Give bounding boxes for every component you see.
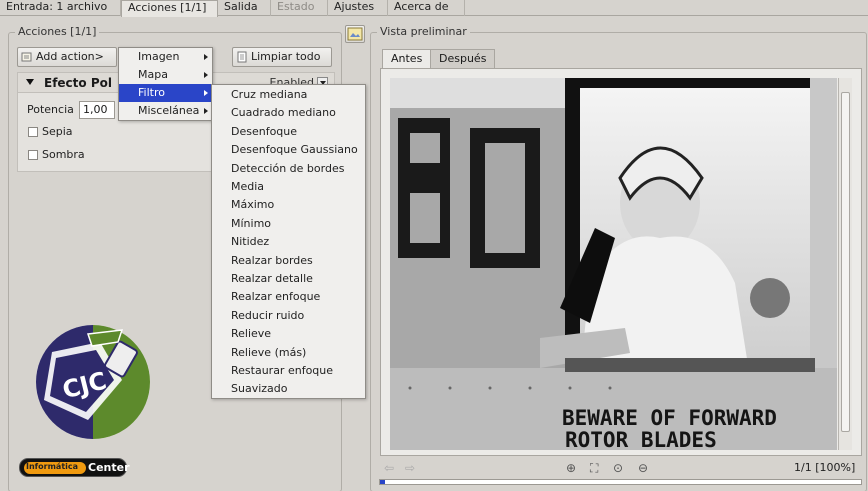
main-tab-bar: Entrada: 1 archivo Acciones [1/1] Salida…	[0, 0, 868, 17]
previous-arrow-icon[interactable]: ⇦	[384, 461, 394, 475]
progress-fill	[380, 480, 385, 484]
submenu-arrow-icon	[204, 72, 208, 78]
submenu-item[interactable]: Desenfoque Gaussiano	[212, 141, 358, 159]
preview-frame-title: Vista preliminar	[377, 25, 470, 38]
tab-salida[interactable]: Salida	[218, 0, 271, 16]
toggle-preview-button[interactable]	[345, 25, 365, 43]
menu-item-miscelanea-label: Miscelánea	[138, 104, 200, 117]
next-arrow-icon[interactable]: ⇨	[405, 461, 415, 475]
add-action-button[interactable]: Add action>	[17, 47, 117, 67]
menu-item-imagen[interactable]: Imagen	[119, 48, 212, 66]
photo-text-line-1: BEWARE OF FORWARD	[562, 406, 777, 430]
menu-item-mapa-label: Mapa	[138, 68, 168, 81]
tab-acciones[interactable]: Acciones [1/1]	[121, 0, 218, 17]
add-action-menu: Imagen Mapa Filtro Miscelánea	[118, 47, 213, 121]
submenu-item[interactable]: Realzar detalle	[212, 270, 313, 288]
submenu-item[interactable]: Desenfoque	[212, 123, 297, 141]
submenu-item[interactable]: Detección de bordes	[212, 160, 344, 178]
fit-to-window-icon[interactable]: ⛶	[590, 461, 598, 476]
zoom-out-icon[interactable]: ⊖	[638, 461, 648, 475]
zoom-in-icon[interactable]: ⊕	[566, 461, 576, 475]
submenu-item[interactable]: Relieve	[212, 325, 271, 343]
tab-acerca-de[interactable]: Acerca de	[388, 0, 465, 16]
submenu-item[interactable]: Mínimo	[212, 215, 271, 233]
submenu-item[interactable]: Cruz mediana	[212, 86, 307, 104]
clear-all-label: Limpiar todo	[251, 50, 321, 63]
submenu-item[interactable]: Realzar bordes	[212, 252, 313, 270]
add-action-label: Add action>	[36, 50, 104, 63]
potencia-input[interactable]: 1,00	[79, 101, 115, 119]
submenu-item[interactable]: Nitidez	[212, 233, 269, 251]
filtro-submenu: Cruz mediana Cuadrado mediano Desenfoque…	[211, 84, 366, 399]
progress-bar	[379, 479, 862, 485]
menu-item-filtro-label: Filtro	[138, 86, 165, 99]
submenu-item[interactable]: Realzar enfoque	[212, 288, 320, 306]
submenu-item[interactable]: Reducir ruido	[212, 307, 304, 325]
menu-item-miscelanea[interactable]: Miscelánea	[119, 102, 212, 120]
menu-item-imagen-label: Imagen	[138, 50, 180, 63]
submenu-arrow-icon	[204, 90, 208, 96]
submenu-item[interactable]: Cuadrado mediano	[212, 104, 336, 122]
add-action-icon	[21, 52, 32, 62]
actions-frame-title: Acciones [1/1]	[15, 25, 100, 38]
sombra-checkbox[interactable]	[28, 150, 38, 160]
sombra-label: Sombra	[42, 148, 85, 161]
submenu-item[interactable]: Media	[212, 178, 264, 196]
submenu-arrow-icon	[204, 108, 208, 114]
photo-text-line-2: ROTOR BLADES	[565, 428, 717, 450]
cjc-logo: CJC	[36, 325, 150, 439]
tab-antes[interactable]: Antes	[382, 49, 432, 69]
menu-item-mapa[interactable]: Mapa	[119, 66, 212, 84]
preview-vertical-scrollbar[interactable]	[838, 78, 852, 450]
zoom-original-icon[interactable]: ⊙	[613, 461, 623, 475]
badge-left-text: Informática	[26, 462, 79, 471]
collapse-triangle-icon[interactable]	[26, 79, 34, 85]
image-icon	[347, 27, 363, 41]
submenu-arrow-icon	[204, 54, 208, 60]
tab-despues[interactable]: Después	[430, 49, 496, 68]
sepia-label: Sepia	[42, 125, 73, 138]
menu-item-filtro[interactable]: Filtro	[119, 84, 212, 102]
badge-right-text: Center	[88, 461, 130, 474]
clear-icon	[237, 51, 247, 63]
scrollbar-thumb[interactable]	[841, 92, 850, 432]
submenu-item[interactable]: Restaurar enfoque	[212, 362, 333, 380]
sepia-checkbox[interactable]	[28, 127, 38, 137]
preview-photo: BEWARE OF FORWARD ROTOR BLADES	[390, 78, 837, 450]
tab-ajustes[interactable]: Ajustes	[328, 0, 388, 16]
clear-all-button[interactable]: Limpiar todo	[232, 47, 332, 67]
submenu-item[interactable]: Máximo	[212, 196, 274, 214]
submenu-item[interactable]: Suavizado	[212, 380, 288, 398]
tab-estado: Estado	[271, 0, 328, 16]
tab-entrada[interactable]: Entrada: 1 archivo	[0, 0, 121, 16]
potencia-label: Potencia	[27, 103, 74, 116]
effect-title: Efecto Pol	[44, 76, 112, 90]
page-info: 1/1 [100%]	[794, 461, 856, 474]
submenu-item[interactable]: Relieve (más)	[212, 344, 306, 362]
preview-image[interactable]: BEWARE OF FORWARD ROTOR BLADES	[390, 78, 837, 450]
informatica-center-badge: Informática Center	[19, 458, 130, 477]
